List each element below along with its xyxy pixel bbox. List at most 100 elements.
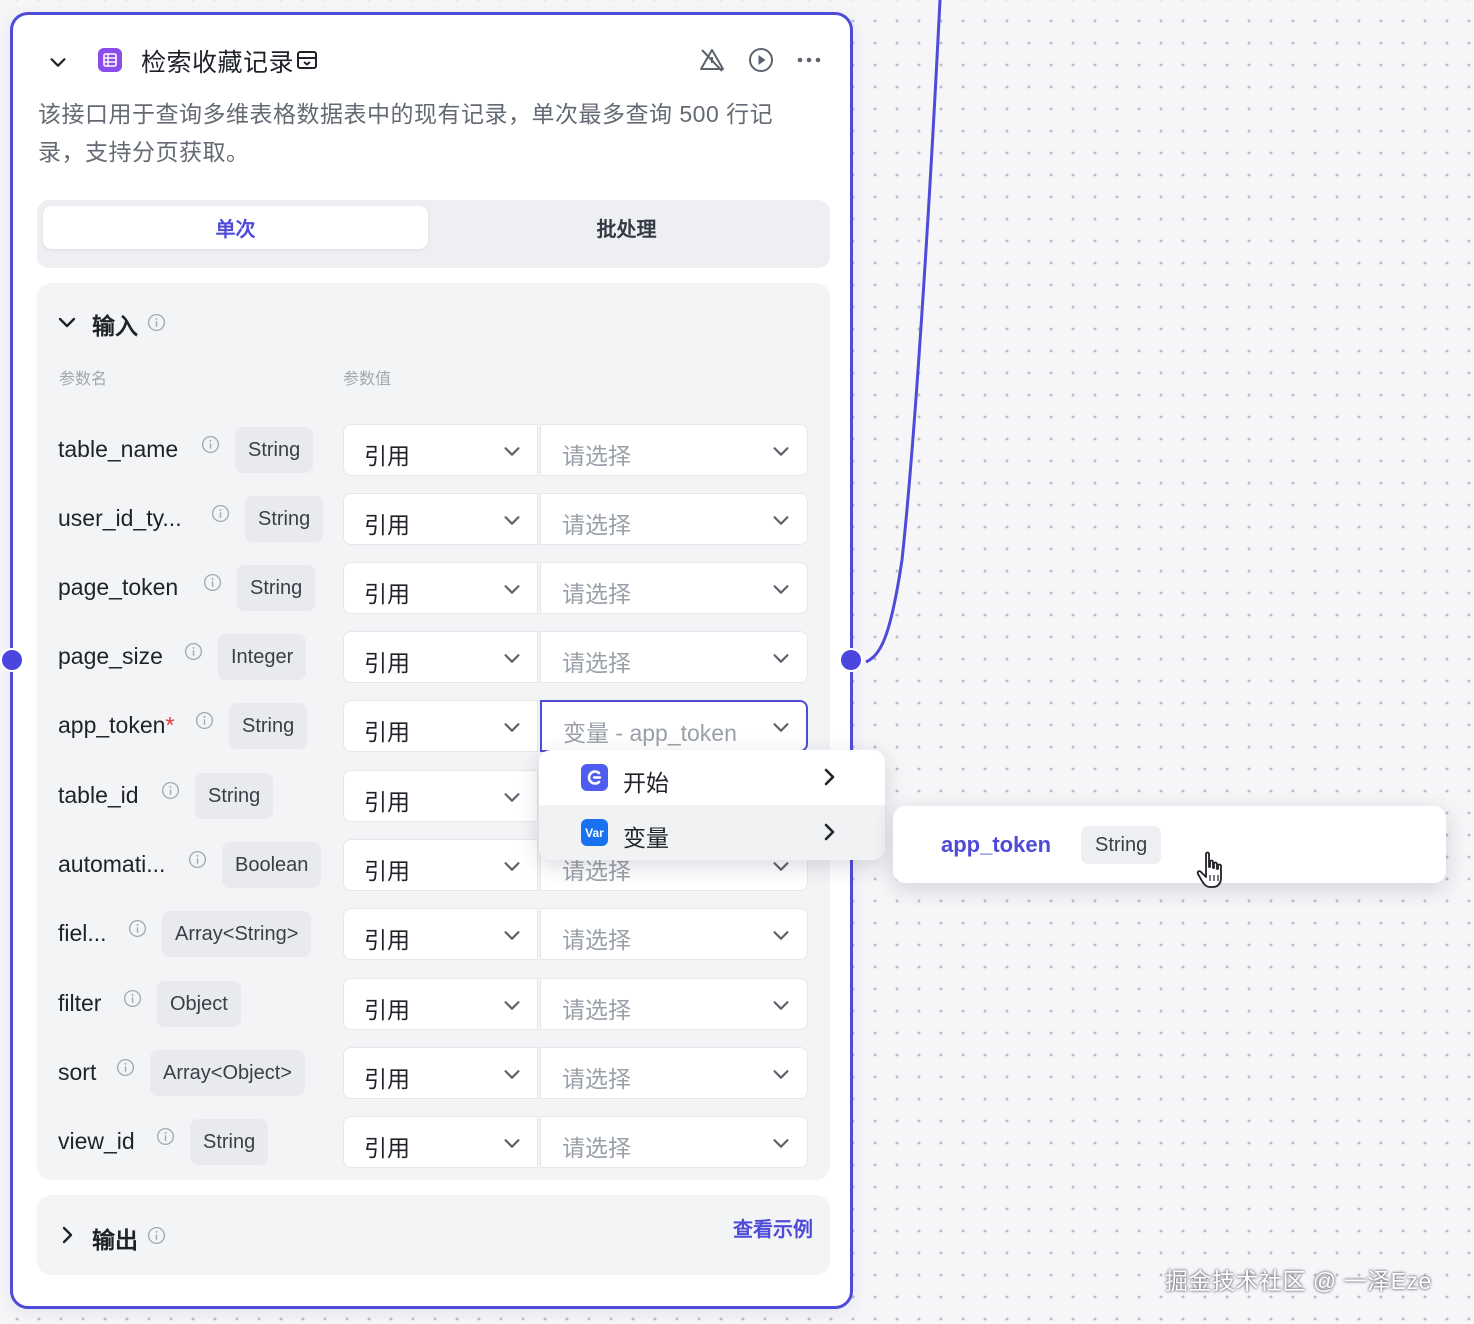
outputs-title: 输出 <box>92 1227 138 1253</box>
input-port[interactable] <box>0 648 24 672</box>
edit-icon[interactable] <box>295 48 319 72</box>
chevron-down-icon <box>501 647 523 669</box>
chevron-right-icon <box>824 768 835 786</box>
chevron-right-icon[interactable] <box>55 1223 79 1247</box>
view-example-link[interactable]: 查看示例 <box>733 1213 813 1242</box>
info-icon[interactable] <box>128 919 147 938</box>
info-icon[interactable] <box>147 313 166 332</box>
value-select[interactable]: 请选择 <box>540 1116 808 1168</box>
play-icon[interactable] <box>747 46 775 74</box>
chevron-down-icon <box>501 509 523 531</box>
chevron-down-icon[interactable] <box>47 51 69 73</box>
value-select-label: 请选择 <box>562 443 631 469</box>
ref-mode-select[interactable]: 引用 <box>343 424 538 476</box>
info-icon[interactable] <box>203 573 222 592</box>
type-tag: String <box>237 565 316 611</box>
ref-mode-select[interactable]: 引用 <box>343 562 538 614</box>
param-name-text: fiel... <box>58 920 107 946</box>
info-icon[interactable] <box>211 504 230 523</box>
ref-mode-select[interactable]: 引用 <box>343 978 538 1030</box>
info-icon[interactable] <box>195 711 214 730</box>
menu-item-variable[interactable]: Var 变量 <box>539 805 885 860</box>
outputs-section: 输出 查看示例 <box>37 1195 830 1275</box>
param-name-text: page_size <box>58 643 163 669</box>
menu-item-start[interactable]: 开始 <box>539 750 885 805</box>
value-select-label: 请选择 <box>562 1066 631 1092</box>
watermark: 掘金技术社区 @ 一泽Eze <box>1165 1268 1432 1294</box>
chevron-down-icon <box>770 716 792 738</box>
type-tag: String <box>190 1119 269 1165</box>
value-select-label: 变量 - app_token <box>563 720 737 746</box>
value-select[interactable]: 请选择 <box>540 1047 808 1099</box>
info-icon[interactable] <box>116 1058 135 1077</box>
ref-mode-label: 引用 <box>364 997 410 1023</box>
alert-off-icon[interactable] <box>698 46 726 74</box>
hand-cursor-icon <box>1196 851 1222 888</box>
param-name: user_id_ty... <box>58 505 182 532</box>
param-name: app_token* <box>58 712 174 739</box>
param-name-text: app_token <box>58 712 166 738</box>
param-name: page_token <box>58 574 178 601</box>
ref-mode-label: 引用 <box>364 719 410 745</box>
value-select[interactable]: 请选择 <box>540 424 808 476</box>
param-name-text: table_name <box>58 436 179 462</box>
ref-mode-select[interactable]: 引用 <box>343 493 538 545</box>
chevron-down-icon[interactable] <box>55 310 79 334</box>
value-select-label: 请选择 <box>562 997 631 1023</box>
value-select[interactable]: 请选择 <box>540 908 808 960</box>
menu-item-label: 开始 <box>623 770 669 796</box>
info-icon[interactable] <box>188 850 207 869</box>
param-row: sort Array<Object> 引用 请选择 <box>37 1047 830 1103</box>
info-icon[interactable] <box>201 435 220 454</box>
info-icon[interactable] <box>156 1127 175 1146</box>
chevron-down-icon <box>770 924 792 946</box>
variable-type-tag: String <box>1081 826 1162 864</box>
node-title[interactable]: 检索收藏记录 <box>141 43 294 79</box>
more-icon[interactable] <box>795 46 823 74</box>
info-icon[interactable] <box>161 781 180 800</box>
ref-mode-select[interactable]: 引用 <box>343 839 538 891</box>
info-icon[interactable] <box>123 989 142 1008</box>
output-port[interactable] <box>839 648 863 672</box>
chevron-down-icon <box>770 647 792 669</box>
chevron-down-icon <box>501 440 523 462</box>
tab-single[interactable]: 单次 <box>43 206 428 249</box>
param-name: view_id <box>58 1128 135 1155</box>
value-select-label: 请选择 <box>562 927 631 953</box>
ref-mode-select[interactable]: 引用 <box>343 700 538 752</box>
value-select[interactable]: 变量 - app_token <box>540 700 808 752</box>
tab-batch[interactable]: 批处理 <box>434 206 819 249</box>
ref-mode-select[interactable]: 引用 <box>343 908 538 960</box>
chevron-down-icon <box>770 1063 792 1085</box>
chevron-down-icon <box>501 716 523 738</box>
info-icon[interactable] <box>147 1226 166 1245</box>
ref-mode-select[interactable]: 引用 <box>343 1116 538 1168</box>
value-select[interactable]: 请选择 <box>540 631 808 683</box>
param-row: filter Object 引用 请选择 <box>37 978 830 1034</box>
value-select-label: 请选择 <box>562 581 631 607</box>
ref-mode-select[interactable]: 引用 <box>343 770 538 822</box>
chevron-down-icon <box>501 1132 523 1154</box>
ref-mode-select[interactable]: 引用 <box>343 631 538 683</box>
chevron-down-icon <box>770 509 792 531</box>
param-name: fiel... <box>58 920 107 947</box>
mode-tabs: 单次 批处理 <box>37 200 830 268</box>
type-tag: Boolean <box>222 842 322 888</box>
param-name-text: page_token <box>58 574 179 600</box>
value-select[interactable]: 请选择 <box>540 978 808 1030</box>
chevron-down-icon <box>770 440 792 462</box>
workflow-node[interactable]: 检索收藏记录 该接口用于查询多维表格数据表中的现有记录，单次最多查询 500 行… <box>10 12 853 1309</box>
chevron-down-icon <box>770 578 792 600</box>
param-name: table_name <box>58 436 178 463</box>
ref-mode-select[interactable]: 引用 <box>343 1047 538 1099</box>
info-icon[interactable] <box>184 642 203 661</box>
type-tag: String <box>235 427 314 473</box>
value-select[interactable]: 请选择 <box>540 562 808 614</box>
type-tag: String <box>195 773 274 819</box>
param-name: table_id <box>58 782 139 809</box>
type-tag: String <box>245 496 324 542</box>
variable-option-name[interactable]: app_token <box>941 832 1051 858</box>
inputs-section: 输入 参数名 参数值 table_name String 引用 请选择 user_id_… <box>37 283 830 1180</box>
chevron-down-icon <box>501 924 523 946</box>
value-select[interactable]: 请选择 <box>540 493 808 545</box>
